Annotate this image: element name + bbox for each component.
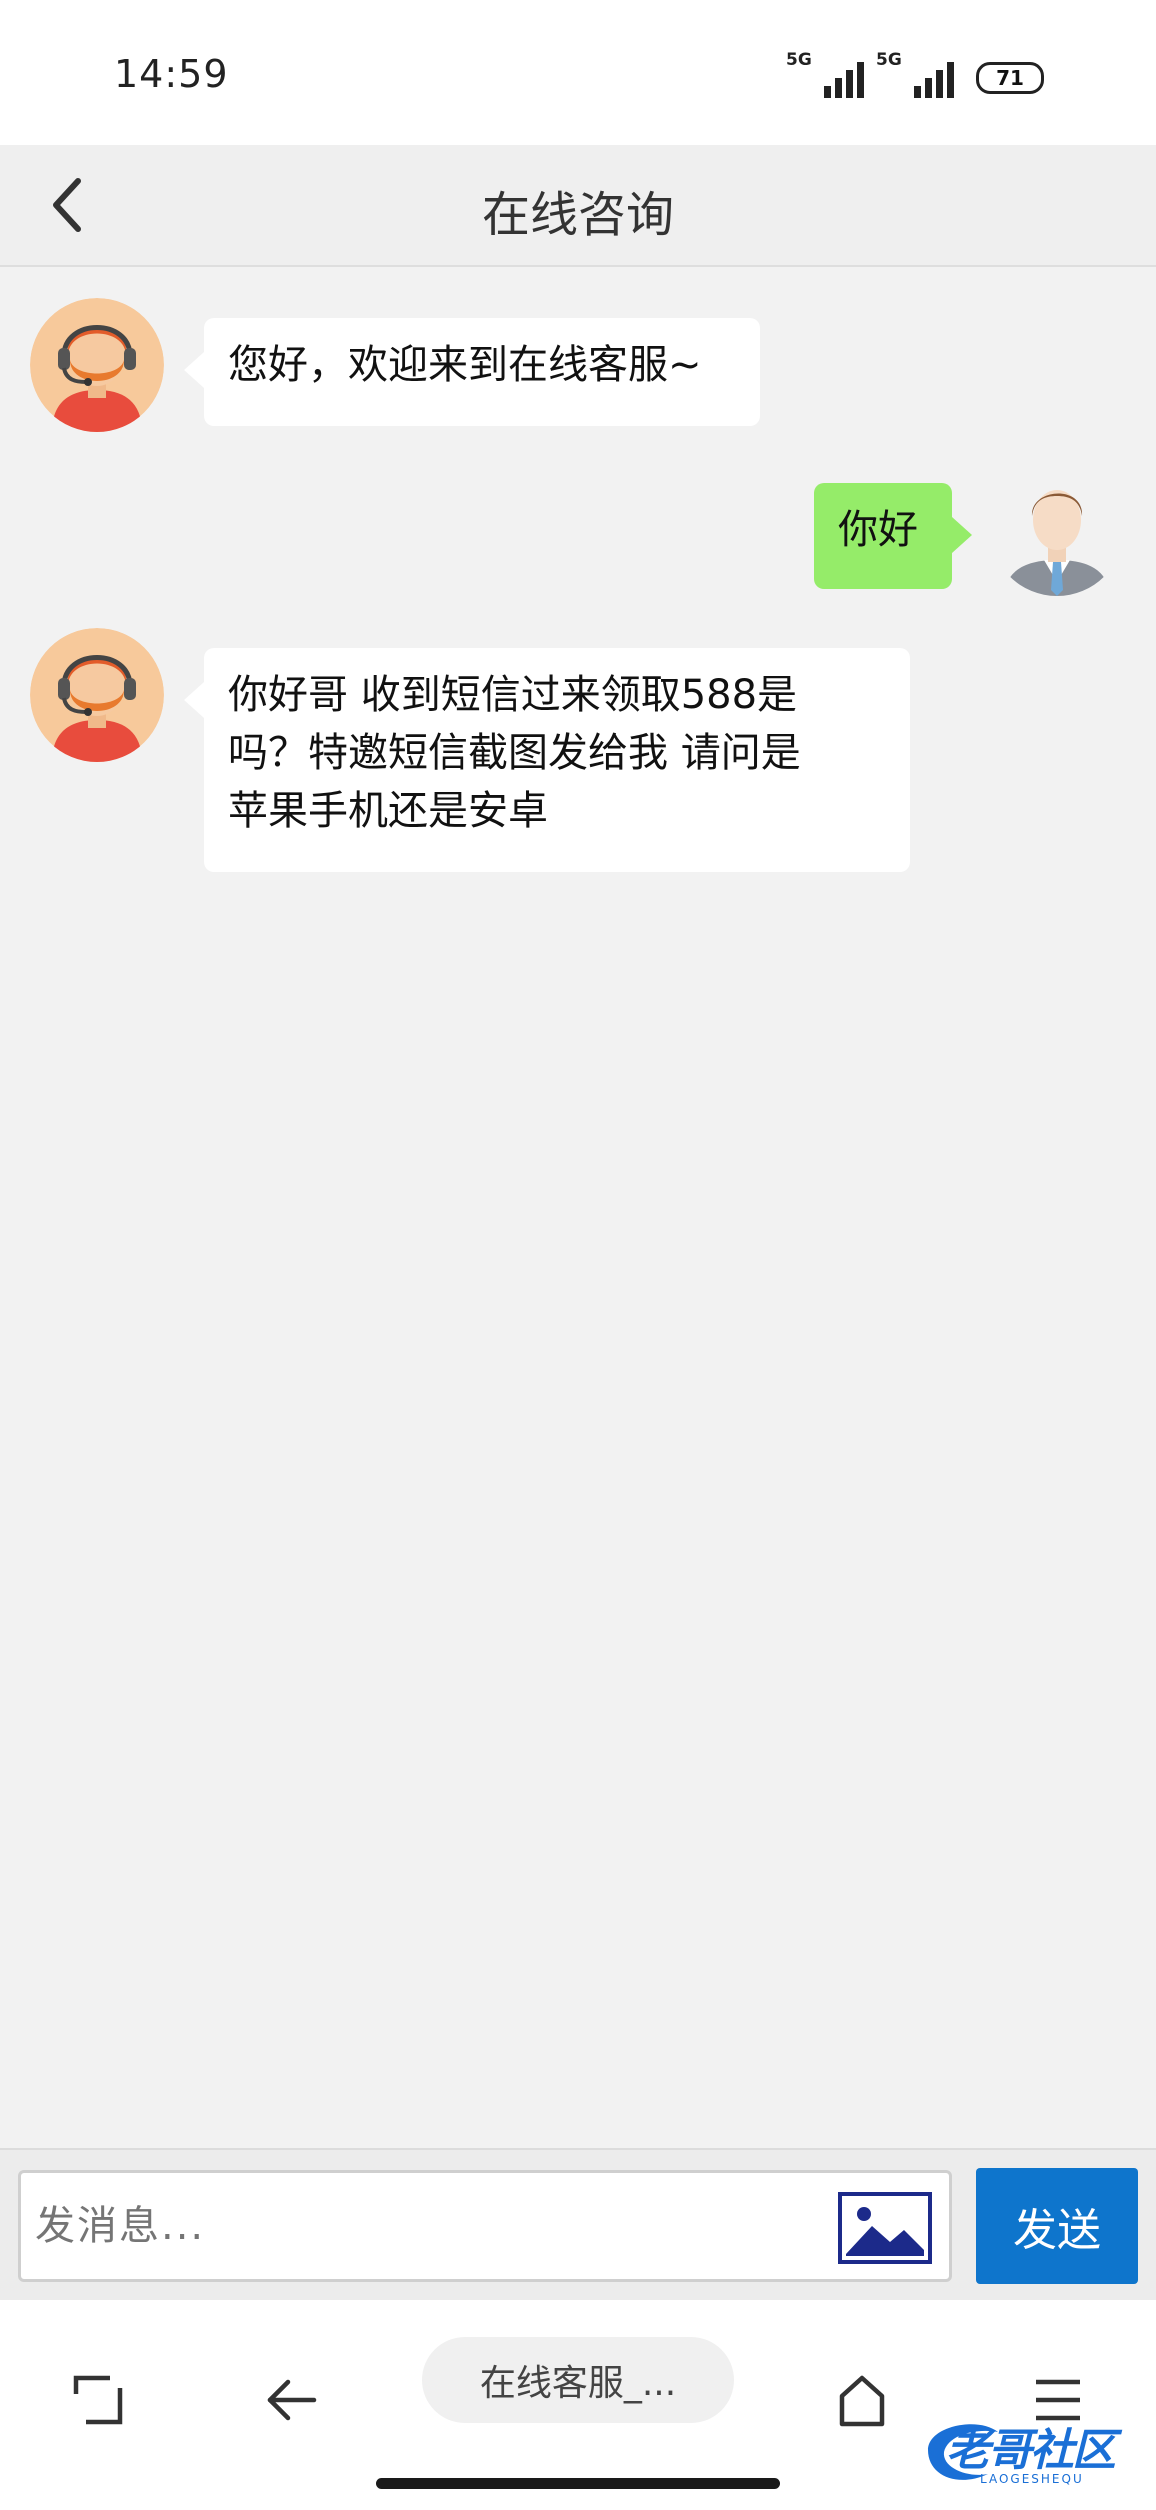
battery-icon: 71 — [976, 62, 1044, 94]
watermark-subtext: LAOGESHEQU — [980, 2472, 1084, 2486]
agent-avatar — [30, 628, 164, 762]
sim2-network-tag: 5G — [876, 50, 902, 70]
message-text: 您好，欢迎来到在线客服~ — [228, 342, 702, 388]
page-title: 在线咨询 — [481, 187, 674, 243]
browser-back-button[interactable] — [252, 2360, 332, 2440]
agent-message-bubble: 你好哥 收到短信过来领取588是 吗？特邀短信截图发给我 请问是 苹果手机还是安… — [184, 648, 910, 872]
message-text: 你好 — [838, 507, 918, 553]
home-icon — [839, 2375, 885, 2427]
agent-avatar — [30, 298, 164, 432]
sim1-network-tag: 5G — [786, 50, 812, 70]
send-button[interactable]: 发送 — [976, 2168, 1138, 2284]
arrow-left-icon — [267, 2379, 317, 2421]
home-button[interactable] — [822, 2360, 902, 2440]
user-avatar — [990, 462, 1124, 596]
message-input[interactable] — [18, 2170, 952, 2282]
agent-message-bubble: 您好，欢迎来到在线客服~ — [184, 318, 760, 426]
address-bar[interactable]: 在线客服_... — [422, 2337, 734, 2423]
image-upload-button[interactable] — [838, 2192, 932, 2264]
battery-level: 71 — [996, 66, 1024, 90]
message-line: 苹果手机还是安卓 — [228, 788, 548, 834]
image-icon — [838, 2192, 932, 2264]
watermark-logo: 老哥社区 LAOGESHEQU — [918, 2410, 1144, 2490]
status-bar: 14:59 5G 5G 71 — [0, 0, 1156, 145]
tabs-icon — [73, 2375, 123, 2425]
chat-header: 在线咨询 — [0, 145, 1156, 267]
signal-icon: 5G — [876, 50, 954, 98]
watermark-text: 老哥社区 — [946, 2425, 1116, 2476]
tabs-button[interactable] — [58, 2360, 138, 2440]
user-message-bubble: 你好 — [814, 483, 972, 589]
message-line: 你好哥 收到短信过来领取588是 — [228, 672, 798, 718]
message-line: 吗？特邀短信截图发给我 请问是 — [228, 730, 801, 776]
signal-icon: 5G — [786, 50, 864, 98]
home-indicator[interactable] — [376, 2478, 780, 2489]
status-icons: 5G 5G 71 — [786, 48, 1044, 98]
message-input-bar: 发送 — [0, 2148, 1156, 2300]
status-time: 14:59 — [114, 52, 229, 96]
